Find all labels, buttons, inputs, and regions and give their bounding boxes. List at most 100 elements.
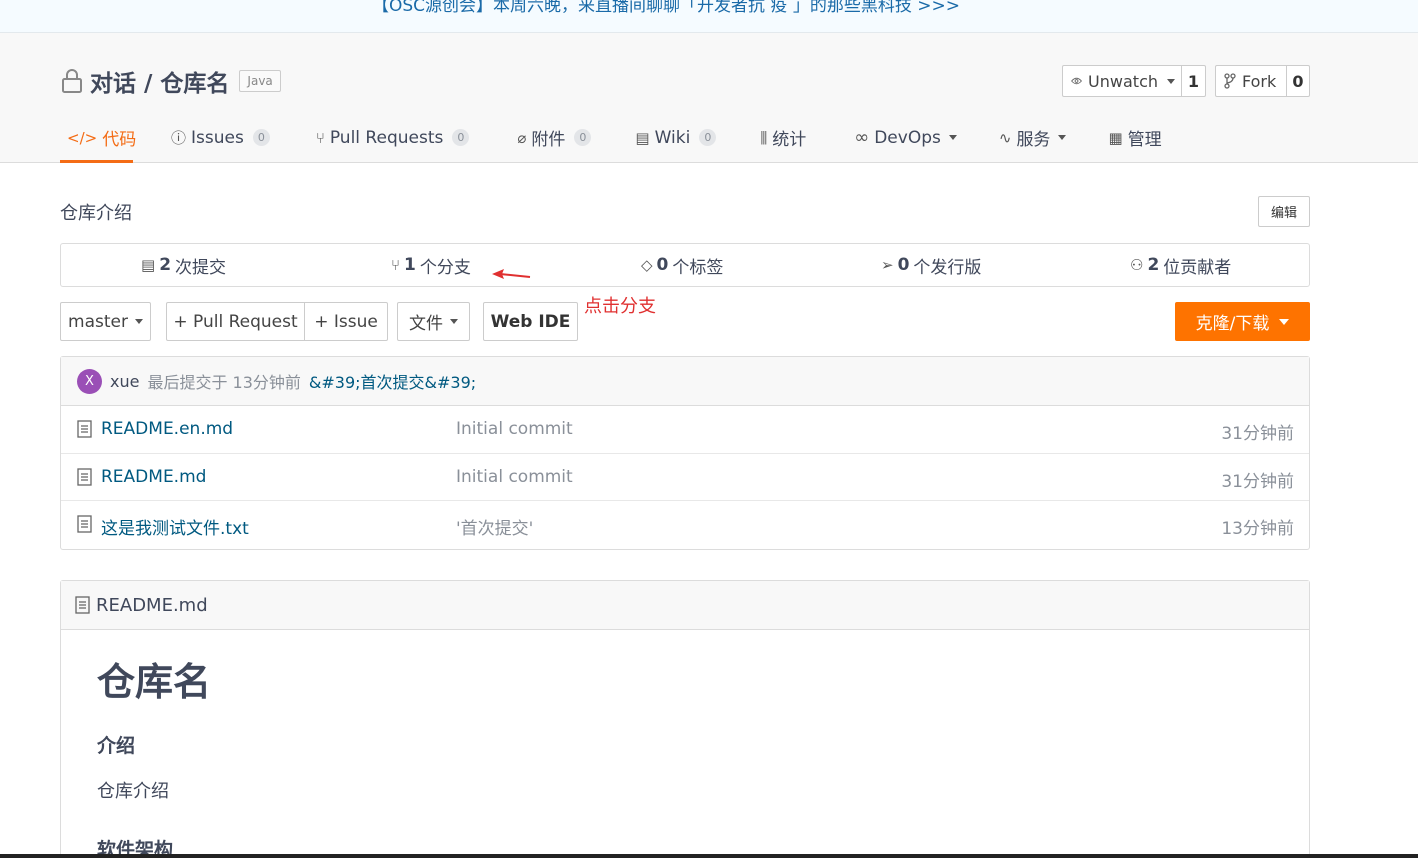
file-name-link[interactable]: README.en.md [101,419,233,439]
chevron-down-icon [948,135,957,140]
watch-count[interactable]: 1 [1181,66,1205,96]
readme-heading-intro: 介绍 [97,735,136,757]
attachments-count-badge: 0 [574,129,592,146]
new-issue-button[interactable]: + Issue [304,302,388,341]
readme-intro-text: 仓库介绍 [97,781,169,802]
readme-filename: README.md [96,594,208,616]
file-commit-time: 31分钟前 [1221,471,1294,492]
fork-label: Fork [1242,71,1277,91]
file-list: X xue 最后提交于 13分钟前 &#39;首次提交&#39; README.… [60,356,1310,550]
lock-icon [62,69,82,93]
tab-attachments-label: 附件 [531,130,566,150]
commit-message-link[interactable]: &#39;首次提交&#39; [309,369,476,393]
file-commit-message[interactable]: Initial commit [456,419,573,439]
branches-stat[interactable]: ⑂ 1 个分支 [391,244,471,286]
pulse-icon: ∿ [998,128,1012,147]
fork-icon [1224,73,1236,89]
unwatch-button[interactable]: Unwatch 1 [1062,65,1206,97]
repo-title: 对话 / 仓库名 Java [60,64,281,98]
chevron-down-icon [134,319,143,324]
chevron-down-icon [450,319,458,324]
tags-label: 个标签 [672,257,724,278]
tab-wiki[interactable]: ▤ Wiki 0 [635,115,717,160]
tab-attachments[interactable]: ⌀ 附件 0 [517,115,592,160]
file-icon [75,596,90,614]
readme-header: README.md [61,581,1309,630]
file-name-link[interactable]: 这是我测试文件.txt [101,514,249,539]
annotation-arrow [492,269,531,279]
fork-count[interactable]: 0 [1286,66,1309,96]
tags-count: 0 [656,255,669,275]
readme-title: 仓库名 [97,660,212,704]
file-menu-label: 文件 [409,314,443,334]
tab-issues[interactable]: ⓘ Issues 0 [171,115,270,160]
annotation-text: 点击分支 [584,296,656,317]
commits-label: 次提交 [175,257,227,278]
releases-stat[interactable]: ➢ 0 个发行版 [881,244,981,286]
pull-request-icon: ⑂ [315,128,325,147]
window-bottom-edge [0,854,1418,858]
book-icon: ▤ [635,128,650,147]
repo-stats-bar: ▤ 2 次提交 ⑂ 1 个分支 ◇ 0 个标签 ➢ 0 个发行版 ⚇ 2 位贡献… [60,243,1310,287]
contributors-icon: ⚇ [1130,256,1144,274]
commit-time: 最后提交于 13分钟前 [147,373,301,392]
edit-description-button[interactable]: 编辑 [1258,196,1310,227]
tag-icon: ◇ [641,256,653,274]
commit-author[interactable]: xue [110,372,139,391]
releases-count: 0 [897,255,910,275]
contributors-label: 位贡献者 [1163,257,1232,278]
contributors-stat[interactable]: ⚇ 2 位贡献者 [1130,244,1231,286]
tab-code[interactable]: </> 代码 [60,115,136,163]
contributors-count: 2 [1147,255,1160,275]
pull-requests-count-badge: 0 [452,129,470,146]
tab-pull-requests[interactable]: ⑂ Pull Requests 0 [316,115,470,160]
code-icon: </> [67,128,98,147]
wiki-count-badge: 0 [699,129,717,146]
web-ide-button[interactable]: Web IDE [483,302,578,341]
repo-description: 仓库介绍 [60,203,132,224]
tab-stats[interactable]: ⫼ 统计 [760,115,806,160]
settings-doc-icon: ▦ [1108,128,1123,147]
table-row[interactable]: README.en.md Initial commit 31分钟前 [61,406,1309,454]
table-row[interactable]: 这是我测试文件.txt '首次提交' 13分钟前 [61,501,1309,549]
clone-download-label: 克隆/下载 [1195,314,1270,334]
tab-manage-label: 管理 [1127,130,1162,150]
tags-stat[interactable]: ◇ 0 个标签 [641,244,723,286]
tab-wiki-label: Wiki [654,127,691,148]
avatar[interactable]: X [77,368,102,394]
commits-stat[interactable]: ▤ 2 次提交 [141,244,226,286]
repo-name-link[interactable]: 对话 / 仓库名 [90,64,229,98]
file-commit-message[interactable]: '首次提交' [456,514,533,539]
clone-download-button[interactable]: 克隆/下载 [1175,302,1310,341]
repo-tabs: </> 代码 ⓘ Issues 0 ⑂ Pull Requests 0 ⌀ 附件… [60,115,1162,163]
file-menu-button[interactable]: 文件 [397,302,470,341]
chevron-down-icon [1167,78,1175,84]
new-pull-request-button[interactable]: + Pull Request [166,302,305,341]
commits-count: 2 [159,255,172,275]
tab-manage[interactable]: ▦ 管理 [1108,115,1161,160]
file-icon [77,515,92,533]
eye-icon [1071,77,1083,85]
unwatch-label: Unwatch [1088,71,1158,91]
chevron-down-icon [1058,135,1067,140]
tab-pull-requests-label: Pull Requests [329,127,444,148]
bar-chart-icon: ⫼ [760,128,768,147]
send-icon: ➢ [881,256,894,274]
file-commit-time: 31分钟前 [1221,424,1294,444]
tab-services[interactable]: ∿ 服务 [999,115,1067,160]
tab-devops[interactable]: ∞ DevOps [854,115,957,160]
file-commit-message[interactable]: Initial commit [456,467,573,487]
file-commit-time: 13分钟前 [1221,519,1294,539]
branches-count: 1 [404,255,416,275]
branch-select[interactable]: master [60,302,151,341]
chevron-down-icon [1279,318,1290,325]
tab-issues-label: Issues [191,127,244,148]
infinity-icon: ∞ [854,127,870,148]
tab-services-label: 服务 [1016,130,1051,150]
banner-text[interactable]: 【OSC源创会】本周六晚，来直播间聊聊「开发者抗 疫 」的那些黑科技 >>> [372,0,960,16]
tab-devops-label: DevOps [874,127,941,148]
announcement-banner[interactable]: 【OSC源创会】本周六晚，来直播间聊聊「开发者抗 疫 」的那些黑科技 >>> [0,0,1418,33]
file-name-link[interactable]: README.md [101,467,206,487]
fork-button[interactable]: Fork 0 [1215,65,1310,97]
table-row[interactable]: README.md Initial commit 31分钟前 [61,454,1309,501]
